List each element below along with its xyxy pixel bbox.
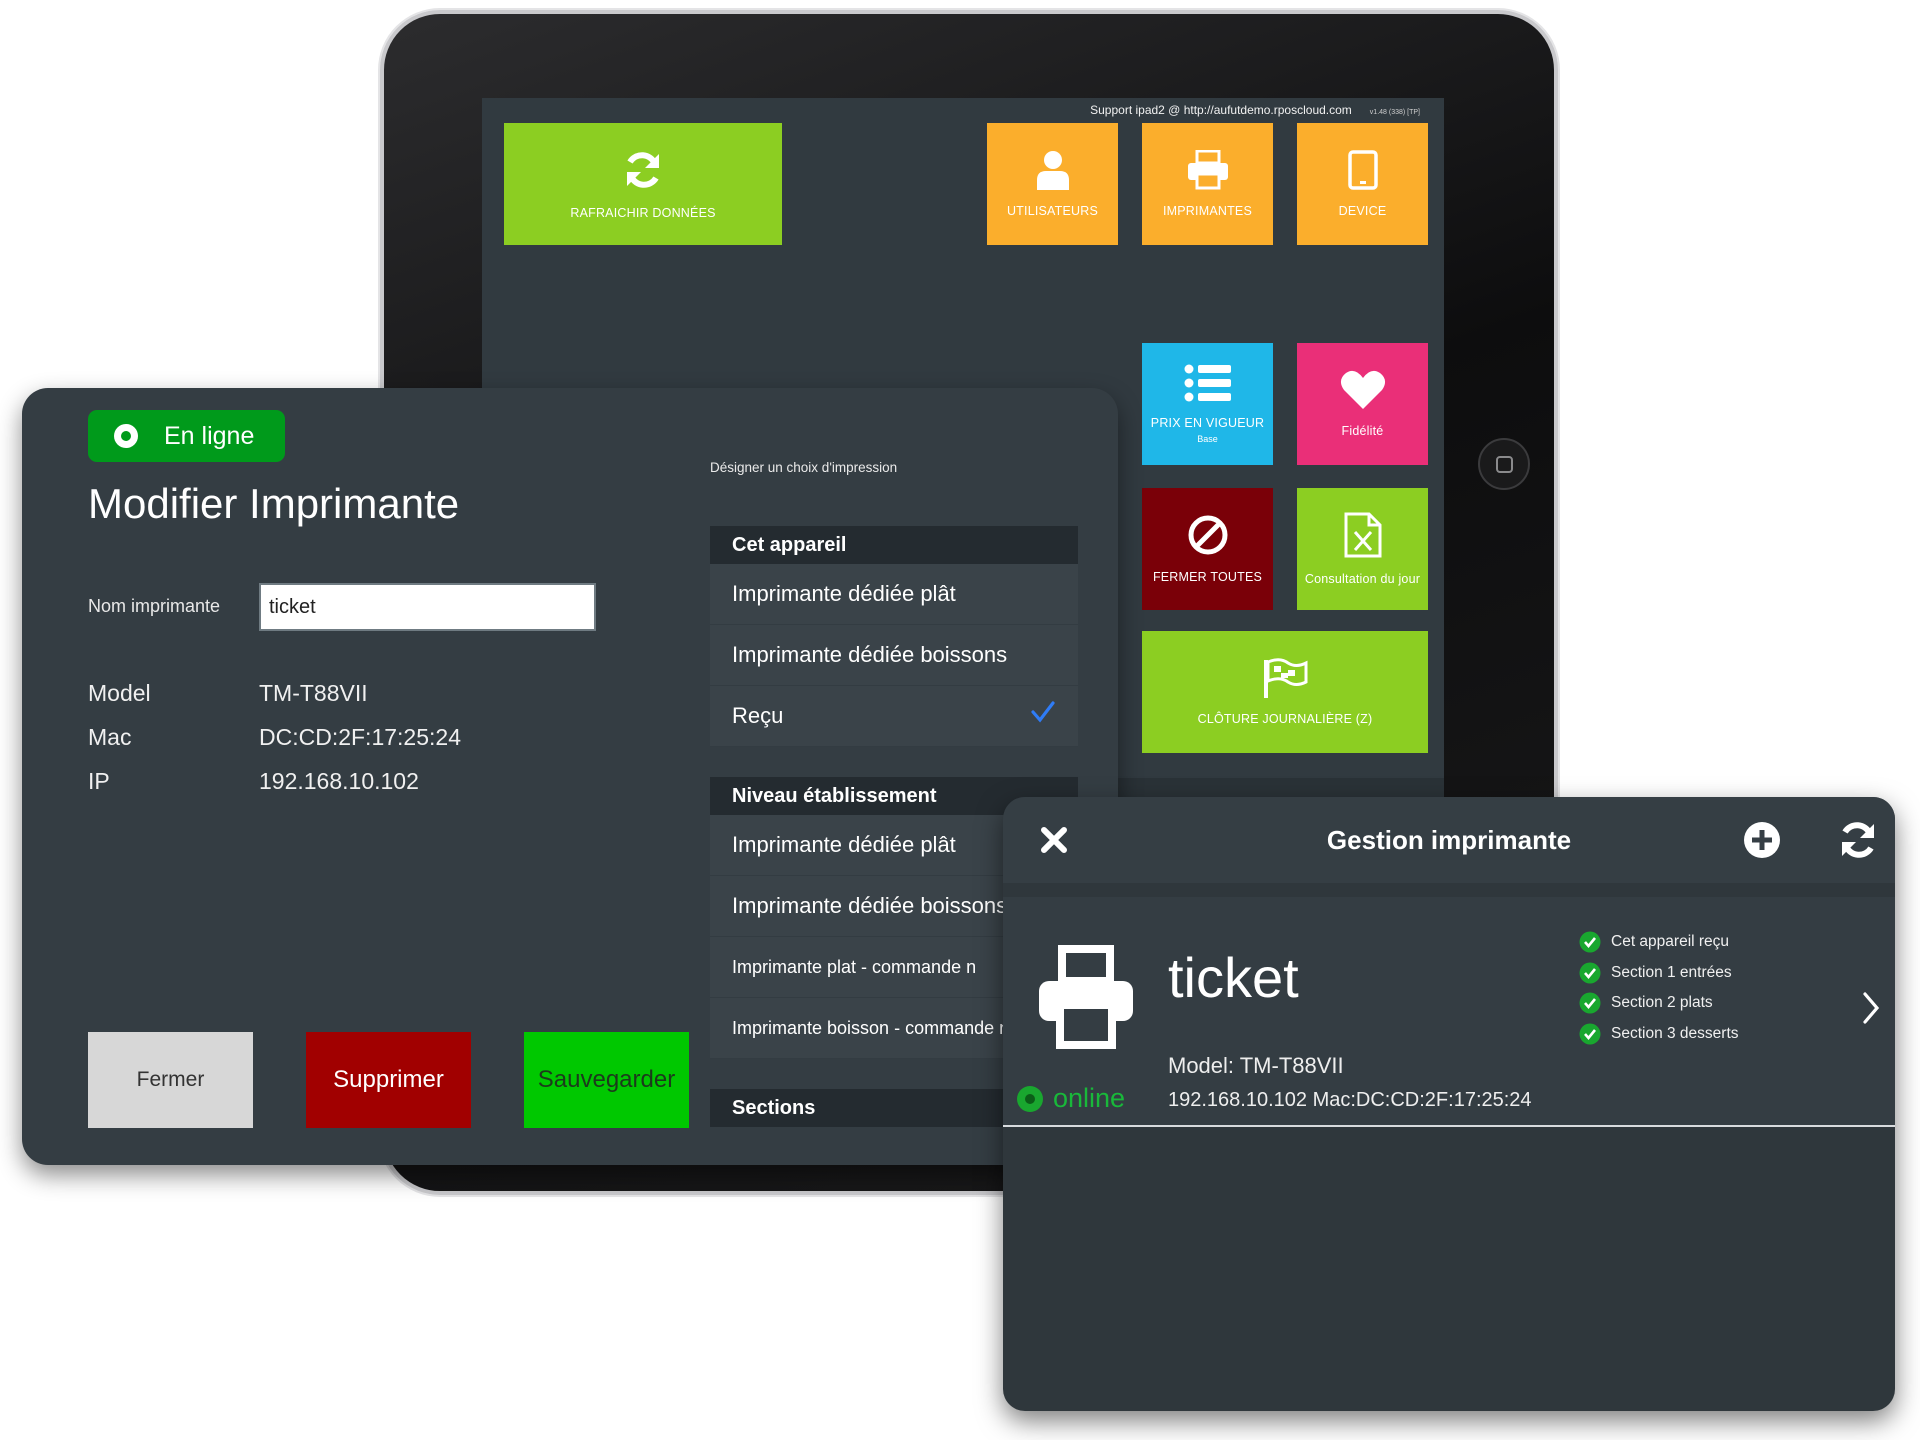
ip-row: IP 192.168.10.102 <box>88 768 419 795</box>
green-check-icon <box>1579 962 1601 984</box>
home-button[interactable] <box>1478 438 1530 490</box>
list-item-label: Imprimante boisson - commande n <box>732 1017 1010 1038</box>
green-check-icon <box>1579 992 1601 1014</box>
daily-close-label: CLÔTURE JOURNALIÈRE (Z) <box>1197 712 1373 726</box>
printer-address: 192.168.10.102 Mac:DC:CD:2F:17:25:24 <box>1168 1089 1532 1111</box>
print-choice-hint: Désigner un choix d'impression <box>710 460 898 475</box>
model-value: TM-T88VII <box>259 680 368 706</box>
checkmark-icon <box>1030 700 1056 730</box>
daily-close-tile[interactable]: CLÔTURE JOURNALIÈRE (Z) <box>1142 631 1428 753</box>
current-prices-tile[interactable]: PRIX EN VIGUEUR Base <box>1142 343 1273 465</box>
model-key: Model <box>88 680 151 706</box>
online-status-icon <box>1017 1085 1043 1112</box>
ban-icon <box>1187 514 1229 556</box>
page-title: Modifier Imprimante <box>88 480 460 527</box>
daily-consultation-tile[interactable]: Consultation du jour <box>1297 488 1428 610</box>
heart-icon <box>1340 370 1386 410</box>
capability-item: Cet appareil reçu <box>1579 927 1739 958</box>
daily-consultation-label: Consultation du jour <box>1304 572 1421 586</box>
support-info: Support ipad2 @ http://aufutdemo.rposclo… <box>1090 103 1420 117</box>
capability-label: Section 3 desserts <box>1611 1024 1739 1042</box>
ip-key: IP <box>88 768 110 794</box>
list-item-label: Imprimante dédiée plât <box>732 581 956 606</box>
chevron-right-icon[interactable] <box>1861 991 1881 1030</box>
list-item[interactable]: Imprimante dédiée plât <box>710 564 1078 625</box>
excel-file-icon <box>1343 512 1383 558</box>
support-url-text: Support ipad2 @ http://aufutdemo.rposclo… <box>1090 103 1352 117</box>
close-all-tile[interactable]: FERMER TOUTES <box>1142 488 1273 610</box>
current-prices-sublabel: Base <box>1197 434 1218 444</box>
users-tile[interactable]: UTILISATEURS <box>987 123 1118 245</box>
loyalty-label: Fidélité <box>1341 424 1384 438</box>
current-prices-label: PRIX EN VIGUEUR <box>1150 416 1265 430</box>
green-check-icon <box>1579 931 1601 953</box>
online-status-label: En ligne <box>164 421 255 450</box>
delete-button[interactable]: Supprimer <box>306 1032 471 1128</box>
list-item-label: Imprimante plat - commande n <box>732 956 977 977</box>
add-printer-icon[interactable] <box>1737 815 1787 870</box>
printer-capabilities: Cet appareil reçu Section 1 entrées Sect… <box>1579 927 1739 1049</box>
refresh-data-tile[interactable]: RAFRAICHIR DONNÉES <box>504 123 782 245</box>
online-status-text: online <box>1053 1083 1126 1113</box>
tablet-icon <box>1347 150 1378 190</box>
capability-item: Section 1 entrées <box>1579 958 1739 989</box>
list-icon <box>1184 364 1232 402</box>
loyalty-tile[interactable]: Fidélité <box>1297 343 1428 465</box>
section-header-this-device: Cet appareil <box>710 526 1078 564</box>
finish-flag-icon <box>1262 658 1308 698</box>
list-item[interactable]: Reçu <box>710 686 1078 747</box>
device-label: DEVICE <box>1338 204 1387 218</box>
online-status: online <box>1017 1083 1125 1114</box>
list-item-label: Imprimante dédiée plât <box>732 832 956 857</box>
printer-name: ticket <box>1168 946 1299 1009</box>
printers-tile[interactable]: IMPRIMANTES <box>1142 123 1273 245</box>
printer-icon <box>1186 150 1230 190</box>
mac-row: Mac DC:CD:2F:17:25:24 <box>88 724 461 751</box>
version-text: v1.48 (338) [TP] <box>1369 109 1420 116</box>
refresh-icon[interactable] <box>1833 815 1883 870</box>
capability-item: Section 2 plats <box>1579 988 1739 1019</box>
printer-management-title: Gestion imprimante <box>1326 824 1572 855</box>
home-square-icon <box>1495 455 1513 473</box>
refresh-icon <box>621 148 665 192</box>
list-item-label: Reçu <box>732 703 784 728</box>
green-check-icon <box>1579 1023 1601 1045</box>
refresh-data-label: RAFRAICHIR DONNÉES <box>570 206 716 220</box>
users-label: UTILISATEURS <box>1006 204 1099 218</box>
printer-list-row[interactable]: ticket Model: TM-T88VII 192.168.10.102 M… <box>1003 897 1895 1127</box>
mac-key: Mac <box>88 724 132 750</box>
capability-label: Cet appareil reçu <box>1611 933 1730 951</box>
capability-label: Section 2 plats <box>1611 994 1713 1012</box>
list-item[interactable]: Imprimante dédiée boissons <box>710 625 1078 686</box>
printer-management-panel: Gestion imprimante ticket Model: TM-T88V… <box>1003 797 1895 1411</box>
online-status-badge: En ligne <box>88 410 285 462</box>
printer-model: Model: TM-T88VII <box>1168 1053 1344 1078</box>
close-button[interactable]: Fermer <box>88 1032 253 1128</box>
save-button[interactable]: Sauvegarder <box>524 1032 689 1128</box>
mac-value: DC:CD:2F:17:25:24 <box>259 724 461 750</box>
printer-icon <box>1035 945 1137 1054</box>
capability-item: Section 3 desserts <box>1579 1019 1739 1050</box>
online-radio-icon <box>114 424 138 448</box>
printer-name-input[interactable] <box>259 583 596 631</box>
list-item-label: Imprimante dédiée boissons <box>732 893 1008 918</box>
edit-printer-panel: En ligne Modifier Imprimante Nom imprima… <box>22 388 1118 1165</box>
list-item-label: Imprimante dédiée boissons <box>732 642 1008 667</box>
device-tile[interactable]: DEVICE <box>1297 123 1428 245</box>
printer-name-label: Nom imprimante <box>88 596 221 616</box>
close-icon[interactable] <box>1029 815 1079 870</box>
user-icon <box>1036 150 1070 190</box>
capability-label: Section 1 entrées <box>1611 963 1732 981</box>
printer-management-header: Gestion imprimante <box>1003 797 1895 883</box>
printers-label: IMPRIMANTES <box>1162 204 1252 218</box>
ip-value: 192.168.10.102 <box>259 768 419 794</box>
close-all-label: FERMER TOUTES <box>1152 570 1263 584</box>
model-row: Model TM-T88VII <box>88 680 368 707</box>
